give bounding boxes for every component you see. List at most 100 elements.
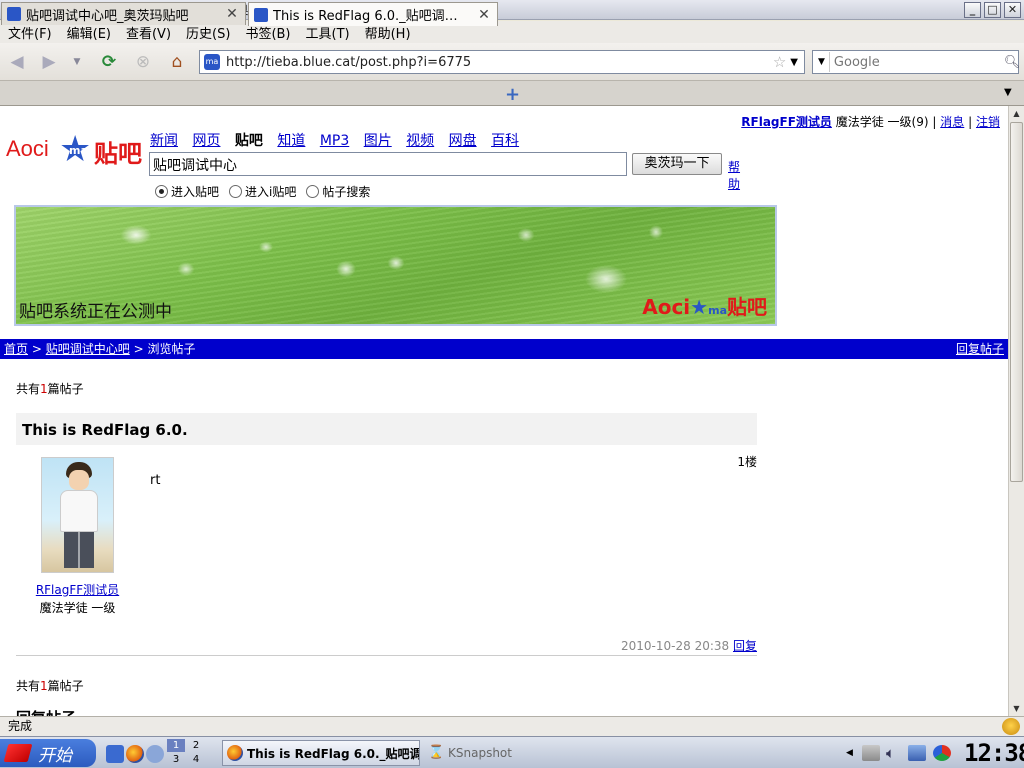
desktop-3[interactable]: 3: [167, 753, 185, 766]
divider: [16, 655, 757, 656]
post-content: rt: [150, 473, 161, 488]
banner-logo: Aoci★ma贴吧: [642, 295, 767, 319]
quick-launch-network-icon[interactable]: [146, 745, 164, 763]
radio-post-search[interactable]: 帖子搜索: [306, 183, 370, 200]
volume-icon[interactable]: 🔈︎: [886, 745, 904, 761]
nav-tieba: 贴吧: [234, 133, 263, 149]
scroll-up-icon[interactable]: ▲: [1009, 106, 1024, 121]
scroll-down-icon[interactable]: ▼: [1009, 701, 1024, 716]
hourglass-icon: ⌛: [428, 745, 445, 760]
site-search-button[interactable]: 奥茨玛一下: [632, 153, 722, 175]
bookmark-star-icon[interactable]: ☆: [773, 53, 786, 71]
nav-baike[interactable]: 百科: [491, 133, 519, 149]
quick-launch-firefox-icon[interactable]: [126, 745, 144, 763]
reply-thread-link[interactable]: 回复帖子: [956, 339, 1004, 359]
start-button[interactable]: 开始: [0, 739, 96, 767]
history-dropdown-icon[interactable]: ▼: [66, 51, 88, 73]
status-text: 完成: [8, 719, 33, 733]
breadcrumb-home[interactable]: 首页: [4, 342, 28, 356]
tab-favicon-icon: [7, 7, 21, 21]
radio-unchecked-icon[interactable]: [229, 185, 243, 198]
nav-video[interactable]: 视频: [406, 133, 434, 149]
page-scrollbar[interactable]: ▲ ▼: [1008, 106, 1024, 716]
banner-star-icon: ★: [690, 295, 709, 319]
tab-thread[interactable]: This is RedFlag 6.0._贴吧调… ✕: [248, 2, 498, 26]
quick-launch-files-icon[interactable]: [106, 745, 124, 763]
search-box[interactable]: ▼ 🔍︎: [812, 50, 1021, 74]
stop-icon[interactable]: ⊗: [132, 51, 154, 73]
status-addon-icon[interactable]: [1002, 718, 1020, 735]
status-bar: 完成: [0, 716, 1024, 736]
taskbar: 开始 1 2 3 4 This is RedFlag 6.0._贴吧调试 ⌛ K…: [0, 736, 1024, 768]
logout-link[interactable]: 注销: [976, 115, 1000, 129]
menu-file[interactable]: 文件(F): [8, 23, 52, 42]
avatar[interactable]: [41, 457, 114, 573]
user-bar: RFlagFF测试员 魔法学徒 一级(9) | 消息 | 注销: [741, 115, 1000, 129]
radio-enter-tieba[interactable]: 进入贴吧: [155, 183, 219, 200]
thread-title: This is RedFlag 6.0.: [16, 413, 757, 445]
tab-favicon-icon: [254, 7, 268, 22]
author-link[interactable]: RFlagFF测试员: [16, 581, 139, 598]
minimize-button[interactable]: _: [964, 1, 981, 18]
nav-zhidao[interactable]: 知道: [277, 133, 305, 149]
post-count: 共有1篇帖子: [16, 382, 84, 396]
close-tab-icon[interactable]: ✕: [475, 7, 493, 23]
nav-news[interactable]: 新闻: [150, 133, 178, 149]
site-logo[interactable]: Aoci ★ ma 贴吧: [6, 132, 146, 169]
nav-images[interactable]: 图片: [364, 133, 392, 149]
radio-unchecked-icon[interactable]: [306, 185, 320, 198]
help-link[interactable]: 帮助: [728, 158, 740, 192]
site-search-input[interactable]: 贴吧调试中心: [149, 152, 627, 176]
tab-forum[interactable]: 贴吧调试中心吧_奥茨玛贴吧 ✕: [1, 2, 246, 25]
task-firefox[interactable]: This is RedFlag 6.0._贴吧调试: [222, 740, 420, 766]
scroll-thumb[interactable]: [1010, 122, 1023, 482]
desktop-2[interactable]: 2: [187, 739, 205, 752]
logo-badge: ma: [69, 144, 88, 157]
tab-label: This is RedFlag 6.0._贴吧调…: [273, 9, 458, 24]
reply-heading: 回复帖子: [16, 707, 76, 716]
username-link[interactable]: RFlagFF测试员: [741, 115, 832, 129]
nav-web[interactable]: 网页: [192, 133, 220, 149]
breadcrumb: 首页 > 贴吧调试中心吧 > 浏览帖子 回复帖子: [0, 339, 1008, 359]
desktop-4[interactable]: 4: [187, 753, 205, 766]
desktop-pager: 1 2 3 4: [167, 739, 207, 767]
banner-caption: 贴吧系统正在公测中: [19, 302, 172, 322]
close-tab-icon[interactable]: ✕: [223, 6, 241, 22]
forward-arrow-icon[interactable]: ▶: [38, 51, 60, 73]
update-icon[interactable]: [933, 745, 951, 761]
post-count-bottom: 共有1篇帖子: [16, 679, 84, 693]
forum-banner: 贴吧系统正在公测中 Aoci★ma贴吧: [14, 205, 777, 326]
search-mode-radios: 进入贴吧 进入i贴吧 帖子搜索: [155, 183, 380, 200]
close-button[interactable]: ✕: [1004, 1, 1021, 18]
engine-dropdown-icon[interactable]: ▼: [818, 57, 825, 67]
network-icon[interactable]: [908, 745, 926, 761]
search-icon[interactable]: 🔍︎: [1004, 55, 1021, 70]
printer-icon[interactable]: [862, 745, 880, 761]
post-reply-link[interactable]: 回复: [733, 639, 757, 653]
menu-edit[interactable]: 编辑(E): [67, 23, 111, 42]
back-arrow-icon[interactable]: ◀: [6, 51, 28, 73]
maximize-button[interactable]: □: [984, 1, 1001, 18]
menu-history[interactable]: 历史(S): [186, 23, 230, 42]
home-icon[interactable]: ⌂: [166, 51, 188, 73]
new-tab-plus-icon[interactable]: +: [505, 84, 520, 105]
url-dropdown-icon[interactable]: ▼: [790, 57, 798, 68]
menu-view[interactable]: 查看(V): [126, 23, 171, 42]
messages-link[interactable]: 消息: [940, 115, 964, 129]
address-bar[interactable]: ma http://tieba.blue.cat/post.php?i=6775…: [199, 50, 805, 74]
floor-number: 1楼: [737, 455, 757, 469]
logo-suffix: 贴吧: [94, 140, 142, 168]
author-rank: 魔法学徒 一级: [39, 601, 116, 615]
desktop-1[interactable]: 1: [167, 739, 185, 752]
nav-mp3[interactable]: MP3: [320, 133, 349, 149]
radio-enter-itieba[interactable]: 进入i贴吧: [229, 183, 296, 200]
task-ksnapshot[interactable]: ⌛ KSnapshot: [424, 740, 524, 766]
breadcrumb-forum[interactable]: 贴吧调试中心吧: [46, 342, 130, 356]
radio-checked-icon[interactable]: [155, 185, 168, 198]
reload-icon[interactable]: ⟳: [98, 51, 120, 73]
address-url[interactable]: http://tieba.blue.cat/post.php?i=6775: [226, 55, 773, 70]
user-rank: 魔法学徒 一级(9): [835, 115, 929, 129]
nav-netdisk[interactable]: 网盘: [449, 133, 477, 149]
tab-list-dropdown-icon[interactable]: ▼: [1004, 87, 1012, 98]
web-search-input[interactable]: [828, 52, 1004, 72]
